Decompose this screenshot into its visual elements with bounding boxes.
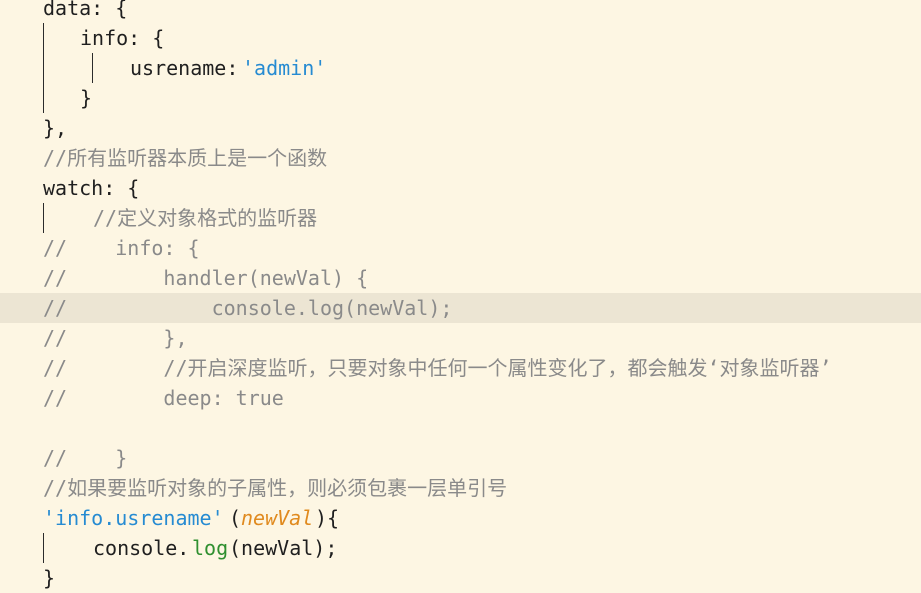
indent-guide — [43, 83, 44, 113]
code-line: //所有监听器本质上是一个函数 — [0, 143, 921, 173]
code-line: watch: { — [0, 173, 921, 203]
parameter-name: newVal — [241, 506, 314, 530]
code-line: // //开启深度监听，只要对象中任何一个属性变化了，都会触发‘对象监听器’ — [0, 353, 921, 383]
code-line: info: { — [0, 23, 921, 53]
indent-guide — [43, 23, 44, 53]
code-line: // handler(newVal) { — [0, 263, 921, 293]
comment-text: //所有监听器本质上是一个函数 — [43, 146, 328, 170]
comment-text: // deep: true — [43, 386, 284, 410]
code-line: }, — [0, 113, 921, 143]
code-text: watch: { — [43, 176, 140, 200]
paren-close-brace: ){ — [315, 506, 340, 530]
object-name: console. — [93, 536, 190, 560]
indent-guide — [43, 533, 44, 563]
code-line: //如果要监听对象的子属性，则必须包裹一层单引号 — [0, 473, 921, 503]
code-line: // deep: true — [0, 383, 921, 413]
indent-guide — [43, 203, 44, 233]
comment-text: // //开启深度监听，只要对象中任何一个属性变化了，都会触发‘对象监听器’ — [43, 356, 832, 380]
property-name: usrename: — [130, 56, 239, 80]
code-text: data: { — [43, 0, 128, 20]
code-text: } — [43, 566, 56, 590]
paren-open: ( — [229, 506, 242, 530]
comment-text: // }, — [43, 326, 188, 350]
code-text: }, — [43, 116, 68, 140]
comment-text: // console.log(newVal); — [43, 296, 453, 320]
code-line: console. log (newVal); — [0, 533, 921, 563]
indent-guide — [43, 53, 44, 83]
indent-guide — [92, 53, 93, 83]
code-editor[interactable]: data: { info: { usrename: 'admin' } }, /… — [0, 0, 921, 592]
call-arguments: (newVal); — [229, 536, 338, 560]
code-line: // } — [0, 443, 921, 473]
comment-text: // info: { — [43, 236, 200, 260]
comment-text: //如果要监听对象的子属性，则必须包裹一层单引号 — [43, 476, 508, 500]
code-text: info: { — [80, 26, 165, 50]
code-line: usrename: 'admin' — [0, 53, 921, 83]
code-text: } — [80, 86, 93, 110]
comment-text: // } — [43, 446, 128, 470]
code-line: data: { — [0, 0, 921, 23]
comment-text: //定义对象格式的监听器 — [93, 206, 318, 230]
code-line: } — [0, 563, 921, 593]
comment-text: // handler(newVal) { — [43, 266, 369, 290]
string-literal: 'info.usrename' — [43, 506, 224, 530]
code-line: 'info.usrename' ( newVal ){ — [0, 503, 921, 533]
code-line: //定义对象格式的监听器 — [0, 203, 921, 233]
current-line-highlight: // console.log(newVal); — [0, 293, 921, 323]
code-line: // info: { — [0, 233, 921, 263]
method-name: log — [192, 536, 229, 560]
code-line: } — [0, 83, 921, 113]
string-literal: 'admin' — [242, 56, 327, 80]
code-line: // }, — [0, 323, 921, 353]
